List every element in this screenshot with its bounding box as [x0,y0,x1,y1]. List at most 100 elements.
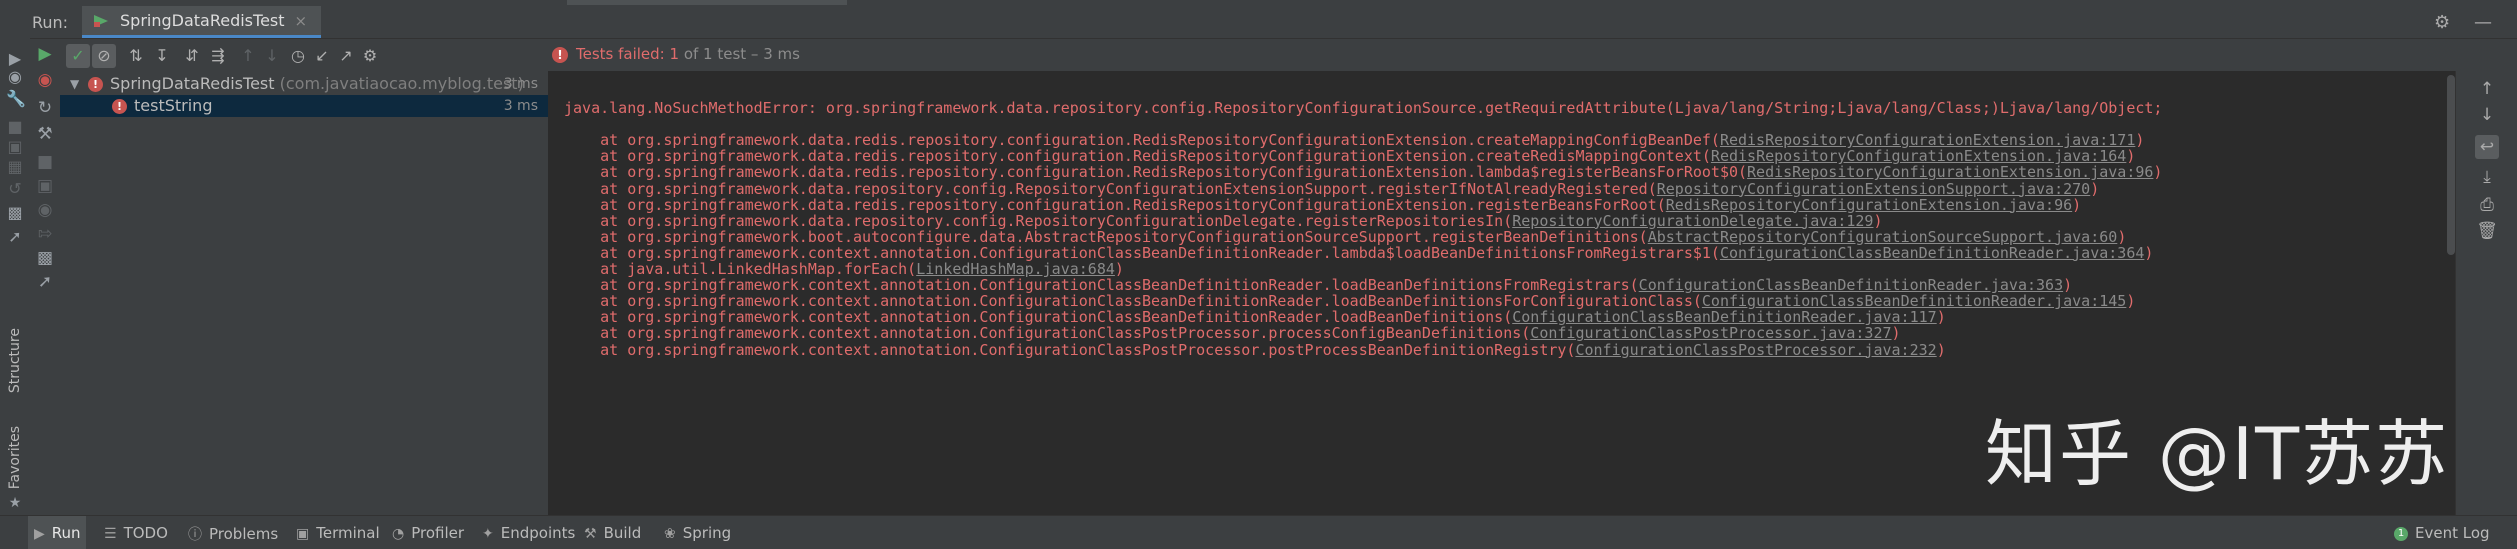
bottom-tool-build[interactable]: ⚒ Build [584,524,641,542]
editor-tab-stub [567,0,847,5]
bottom-tool-label: Endpoints [500,524,576,542]
next-failed-icon[interactable]: ↓ [260,44,284,68]
show-ignored-icon[interactable]: ⊘ [92,44,116,68]
bottom-tool-label: Run [51,524,81,542]
close-icon[interactable]: × [295,12,308,30]
source-link[interactable]: ConfigurationClassPostProcessor.java:232 [1575,341,1936,359]
bottom-tool-label: Terminal [316,524,380,542]
print-icon[interactable]: ⎙ [2475,193,2499,217]
test-toolbar: ✓ ⊘ ⇅ ↧ ⇵ ⇶ ↑ ↓ ◷ ↙ ↗ ⚙ [60,39,548,72]
exit-icon[interactable]: ↺ [6,180,24,198]
bottom-tool-terminal[interactable]: ▣ Terminal [296,524,380,542]
structure-tab[interactable]: Structure [7,328,23,393]
line-tail: ) [2090,179,2100,198]
bottom-tool-run[interactable]: ▶ Run [34,524,81,542]
collapse-all-icon[interactable]: ⇶ [206,44,230,68]
star-icon[interactable]: ★ [6,494,24,512]
dump-icon[interactable]: ▣ [34,175,56,197]
favorites-tab[interactable]: Favorites [7,426,23,489]
exit-run-icon[interactable]: ⇰ [34,223,56,245]
line-tail: ) [2126,292,2136,311]
wrench-settings-icon[interactable]: ⚒ [34,123,56,145]
source-link[interactable]: ConfigurationClassBeanDefinitionReader.j… [1720,244,2144,262]
scroll-down-icon[interactable]: ↓ [2475,103,2499,127]
console-scrollbar[interactable] [2447,75,2455,255]
trash-icon[interactable]: 🗑 [2475,219,2499,243]
wrench-icon[interactable]: 🔧 [6,90,26,108]
event-log-badge: 1 [2394,526,2408,541]
line-text: java.lang.NoSuchMethodError: org.springf… [564,99,2163,117]
snapshot-icon[interactable]: ▣ [6,138,24,156]
pin-tab-icon[interactable]: ➚ [34,271,56,293]
watermark: 知乎 @IT苏苏 [1985,412,2450,496]
terminal-icon: ▣ [296,526,310,542]
sort-duration-icon[interactable]: ↧ [150,44,174,68]
list-icon: ☰ [104,526,117,542]
scroll-to-end-icon[interactable]: ⤓ [2475,165,2499,189]
expand-all-icon[interactable]: ⇵ [180,44,204,68]
line-tail: ) [1936,308,1946,327]
minimize-icon[interactable]: — [2474,12,2492,33]
test-settings-gear-icon[interactable]: ⚙ [358,44,382,68]
rerun-icon[interactable]: ▶ [34,43,56,65]
camera-icon[interactable]: ◉ [6,68,24,86]
suite-name: SpringDataRedisTest [110,74,275,93]
stop-run-icon[interactable]: ■ [34,151,56,173]
bottom-tool-label: Build [603,524,642,542]
rerun-failed-icon[interactable]: ▶ [6,50,24,68]
tree-row-test[interactable]: ! testString 3 ms [60,95,548,117]
bottom-tool-todo[interactable]: ☰ TODO [104,524,168,542]
error-icon: ! [552,47,568,63]
line-tail: ) [2072,195,2082,214]
bottom-tool-profiler[interactable]: ◔ Profiler [392,524,464,542]
failed-test-icon: ! [88,77,103,92]
bottom-tool-label: Problems [209,525,279,543]
chevron-down-icon[interactable]: ▼ [70,73,79,95]
stop-icon[interactable]: ■ [6,118,24,136]
failed-test-icon: ! [112,99,127,114]
line-tail: ) [2153,163,2163,182]
test-name: testString [134,96,213,115]
bottom-tool-label: Spring [682,524,732,542]
line-tail: ) [2135,131,2145,150]
exception-line: java.lang.NoSuchMethodError: org.springf… [564,99,2162,117]
toggle-autotest-icon[interactable]: ↻ [34,97,56,119]
restore-layout-icon[interactable]: ▩ [34,247,56,269]
bottom-tool-problems[interactable]: ⓘ Problems [188,524,278,544]
soft-wrap-icon[interactable]: ↩ [2475,135,2499,159]
debug-icon[interactable]: ◉ [34,199,56,221]
hammer-icon: ⚒ [584,526,597,542]
bottom-tool-spring[interactable]: ❀ Spring [664,524,731,542]
test-duration: 3 ms [503,98,538,114]
run-config-tab[interactable]: SpringDataRedisTest × [82,6,322,38]
export-tests-icon[interactable]: ↗ [334,44,358,68]
test-status-bar: ! Tests failed: 1 of 1 test – 3 ms [548,39,2517,71]
scroll-up-icon[interactable]: ↑ [2475,77,2499,101]
test-config-icon [94,15,108,27]
import-tests-icon[interactable]: ↙ [310,44,334,68]
console-side-toolbar: ↑ ↓ ↩ ⤓ ⎙ 🗑 [2455,71,2517,515]
pin-icon[interactable]: ➚ [6,228,24,246]
show-passed-icon[interactable]: ✓ [66,44,90,68]
bottom-tool-endpoints[interactable]: ✦ Endpoints [482,524,575,542]
profiler-icon: ◔ [392,526,405,542]
bottom-tool-label: TODO [123,524,168,542]
history-icon[interactable]: ◷ [286,44,310,68]
tests-failed-label: Tests failed: 1 [576,45,680,63]
problems-icon: ⓘ [188,527,202,543]
bottom-tool-bar: ▶ Run ☰ TODO ⓘ Problems ▣ Terminal ◔ Profiler ✦ End… [0,515,2517,549]
line-tail: ) [1936,340,1946,359]
test-results-tree: ▼ ! SpringDataRedisTest (com.javatiaocao… [60,71,549,515]
gear-icon[interactable]: ⚙ [2434,12,2450,33]
run-config-tab-label: SpringDataRedisTest [120,11,285,30]
sort-alpha-icon[interactable]: ⇅ [124,44,148,68]
dump-threads-icon[interactable]: ▦ [6,158,24,176]
event-log-button[interactable]: 1 Event Log [2394,524,2490,542]
previous-failed-icon[interactable]: ↑ [236,44,260,68]
endpoints-icon: ✦ [482,526,494,542]
rerun-failed-tests-icon[interactable]: ◉ [34,69,56,91]
tree-row-suite[interactable]: ▼ ! SpringDataRedisTest (com.javatiaocao… [60,73,548,95]
play-icon: ▶ [34,526,45,542]
tests-summary-label: of 1 test – 3 ms [679,45,800,63]
layout-icon[interactable]: ▩ [6,204,24,222]
